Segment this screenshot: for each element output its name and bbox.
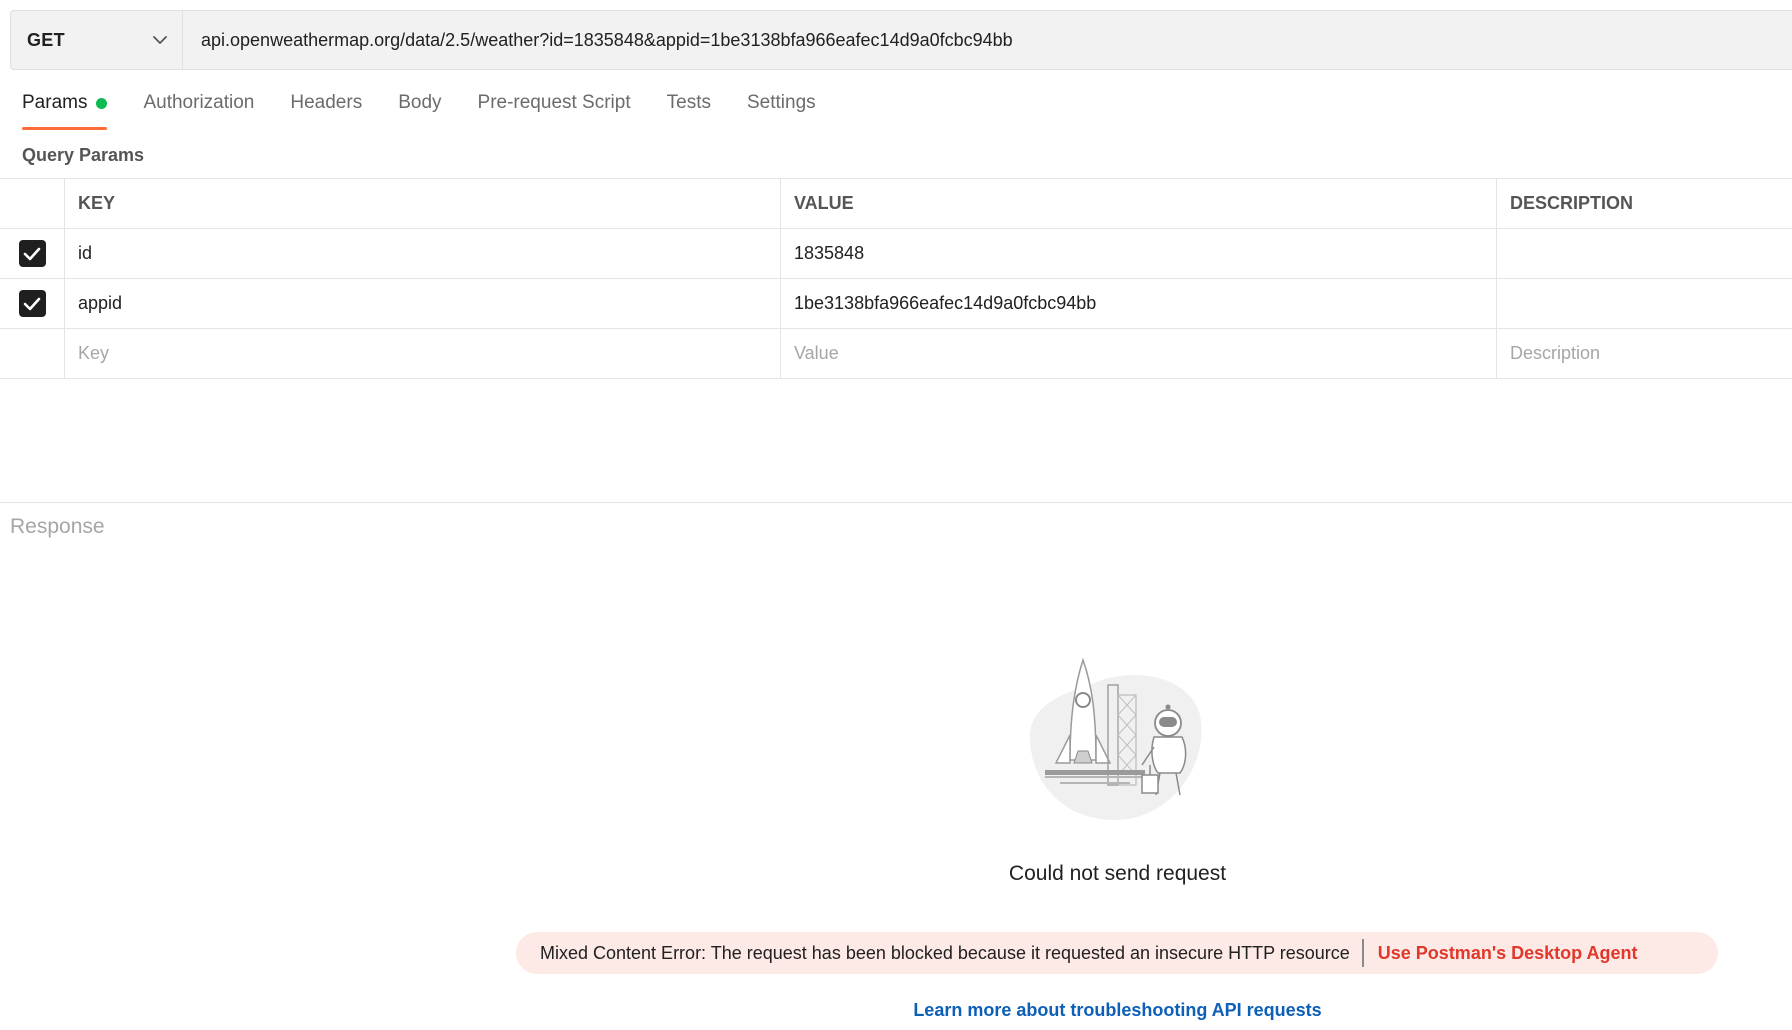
tab-authorization[interactable]: Authorization <box>143 92 254 130</box>
tab-body[interactable]: Body <box>398 92 441 130</box>
response-divider[interactable] <box>0 502 1792 503</box>
request-url-bar: GET api.openweathermap.org/data/2.5/weat… <box>10 10 1792 70</box>
url-input[interactable]: api.openweathermap.org/data/2.5/weather?… <box>183 11 1792 69</box>
table-row: id 1835848 <box>0 229 1792 279</box>
tab-settings[interactable]: Settings <box>747 92 816 130</box>
learn-more-link[interactable]: Learn more about troubleshooting API req… <box>800 1000 1435 1021</box>
header-key: KEY <box>65 179 781 228</box>
param-value[interactable]: 1835848 <box>781 229 1497 278</box>
param-value[interactable]: 1be3138bfa966eafec14d9a0fcbc94bb <box>781 279 1497 328</box>
header-description: DESCRIPTION <box>1510 193 1634 213</box>
error-banner: Mixed Content Error: The request has bee… <box>516 932 1718 974</box>
check-icon <box>23 247 41 260</box>
param-description[interactable] <box>1497 279 1792 328</box>
method-select[interactable]: GET <box>11 11 183 69</box>
method-label: GET <box>27 29 65 50</box>
tab-pre-request-script[interactable]: Pre-request Script <box>478 92 631 130</box>
table-row-new: Key Value Description <box>0 329 1792 379</box>
error-message: Mixed Content Error: The request has bee… <box>540 942 1350 963</box>
tab-params-label: Params <box>22 92 88 113</box>
row-check-cell <box>0 329 65 378</box>
param-checkbox[interactable] <box>18 240 46 267</box>
banner-separator <box>1361 939 1364 967</box>
query-params-title: Query Params <box>22 145 145 165</box>
param-key[interactable]: id <box>65 229 781 278</box>
response-label: Response <box>10 515 105 538</box>
desktop-agent-link[interactable]: Use Postman's Desktop Agent <box>1378 943 1638 964</box>
rocket-icon <box>1029 657 1202 820</box>
request-tabs: Params Authorization Headers Body Pre-re… <box>22 92 852 130</box>
params-status-dot <box>96 98 108 109</box>
chevron-down-icon <box>152 35 168 45</box>
param-key[interactable]: appid <box>65 279 781 328</box>
new-value-input[interactable]: Value <box>781 329 1497 378</box>
tab-headers[interactable]: Headers <box>290 92 362 130</box>
error-title: Could not send request <box>1008 862 1227 885</box>
row-check-cell <box>0 279 65 328</box>
check-icon <box>23 297 41 310</box>
tab-params[interactable]: Params <box>22 92 108 130</box>
table-header-row: KEY VALUE DESCRIPTION <box>0 179 1792 229</box>
rocket-astronaut-illustration <box>1020 655 1210 825</box>
tab-tests[interactable]: Tests <box>667 92 711 130</box>
table-row: appid 1be3138bfa966eafec14d9a0fcbc94bb <box>0 279 1792 329</box>
header-check-cell <box>0 179 65 228</box>
param-checkbox[interactable] <box>18 290 46 317</box>
param-description[interactable] <box>1497 229 1792 278</box>
new-description-input[interactable]: Description <box>1497 329 1792 378</box>
header-value: VALUE <box>781 179 1497 228</box>
query-params-table: KEY VALUE DESCRIPTION id 1835848 appid 1… <box>0 178 1792 379</box>
row-check-cell <box>0 229 65 278</box>
new-key-input[interactable]: Key <box>65 329 781 378</box>
